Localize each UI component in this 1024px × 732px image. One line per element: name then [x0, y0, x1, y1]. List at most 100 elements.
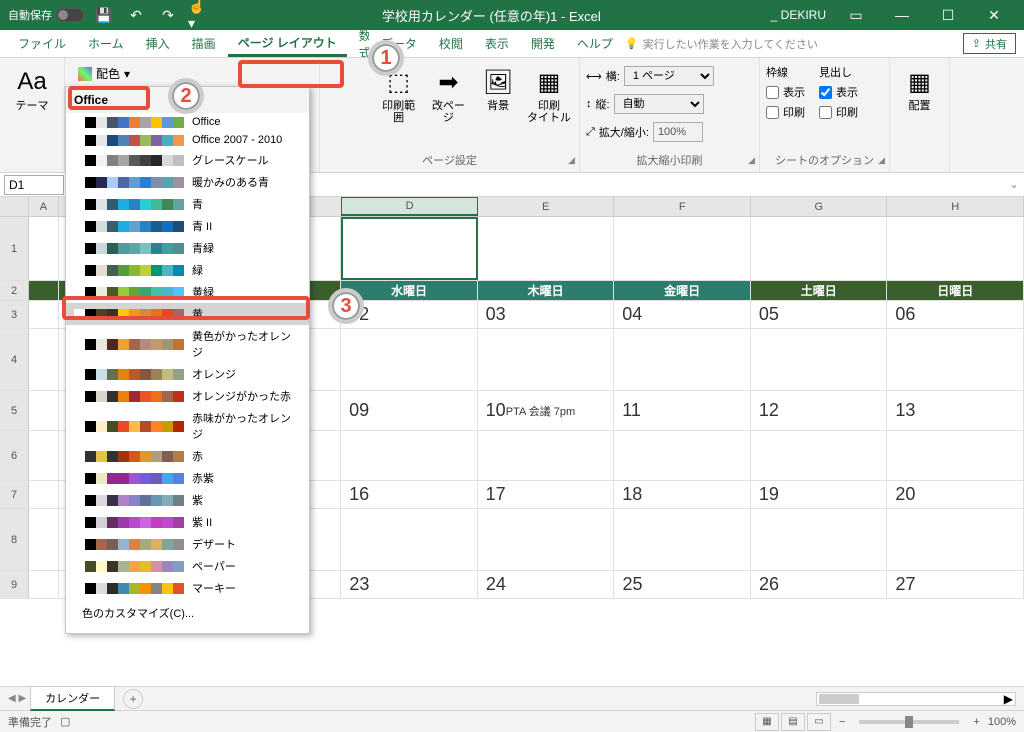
cell[interactable]	[29, 329, 58, 390]
cell[interactable]: 09	[341, 391, 478, 430]
cell[interactable]: 25	[614, 571, 751, 598]
add-sheet-button[interactable]: +	[123, 689, 143, 709]
cell[interactable]: 03	[478, 301, 615, 328]
color-theme-6[interactable]: 青緑	[66, 237, 309, 259]
cell[interactable]: 木曜日	[478, 281, 615, 300]
tab-view[interactable]: 表示	[475, 30, 519, 57]
cell[interactable]: 18	[614, 481, 751, 508]
color-theme-8[interactable]: 黄緑	[66, 281, 309, 303]
headings-print-check[interactable]	[819, 106, 832, 119]
cell[interactable]	[341, 329, 478, 390]
cell[interactable]	[614, 509, 751, 570]
cell[interactable]: 26	[751, 571, 888, 598]
gridlines-print-check[interactable]	[766, 106, 779, 119]
zoom-in-icon[interactable]: +	[973, 716, 979, 728]
col-a[interactable]: A	[29, 197, 58, 216]
cell[interactable]: 27	[887, 571, 1024, 598]
color-theme-15[interactable]: 赤紫	[66, 467, 309, 489]
cell[interactable]	[29, 509, 58, 570]
color-theme-12[interactable]: オレンジがかった赤	[66, 385, 309, 407]
colors-button[interactable]: 配色 ▾	[71, 62, 137, 85]
cell[interactable]	[29, 281, 58, 300]
col-g[interactable]: G	[751, 197, 888, 216]
minimize-icon[interactable]: —	[880, 1, 924, 29]
color-theme-0[interactable]: Office	[66, 113, 309, 131]
background-button[interactable]: 🖼背景	[475, 62, 521, 116]
color-theme-3[interactable]: 暖かみのある青	[66, 171, 309, 193]
cell[interactable]	[29, 301, 58, 328]
cell[interactable]	[29, 217, 58, 280]
cell[interactable]	[478, 217, 615, 280]
cell[interactable]	[614, 217, 751, 280]
col-f[interactable]: F	[614, 197, 751, 216]
color-theme-2[interactable]: グレースケール	[66, 149, 309, 171]
cell[interactable]: 19	[751, 481, 888, 508]
cell[interactable]	[887, 329, 1024, 390]
tab-file[interactable]: ファイル	[8, 30, 76, 57]
cell[interactable]	[887, 509, 1024, 570]
cell[interactable]	[887, 217, 1024, 280]
zoom-out-icon[interactable]: −	[839, 716, 845, 728]
cell[interactable]: 20	[887, 481, 1024, 508]
cell[interactable]	[341, 217, 478, 280]
cell[interactable]: 06	[887, 301, 1024, 328]
save-icon[interactable]: 💾	[92, 3, 116, 27]
autosave-toggle[interactable]	[56, 8, 84, 22]
color-theme-9[interactable]: 黄	[66, 303, 309, 325]
color-theme-5[interactable]: 青 II	[66, 215, 309, 237]
cell[interactable]	[751, 431, 888, 480]
sheet-nav[interactable]: ◀ ▶	[8, 693, 26, 704]
tell-me-search[interactable]: 💡 実行したい作業を入力してください	[625, 30, 818, 57]
width-select[interactable]: 1 ページ	[624, 66, 714, 86]
zoom-level[interactable]: 100%	[988, 716, 1016, 728]
row-header[interactable]: 3	[0, 301, 29, 328]
cell[interactable]: 12	[751, 391, 888, 430]
col-e[interactable]: E	[478, 197, 615, 216]
tab-review[interactable]: 校閲	[429, 30, 473, 57]
color-theme-10[interactable]: 黄色がかったオレンジ	[66, 325, 309, 363]
cell[interactable]	[478, 431, 615, 480]
tab-home[interactable]: ホーム	[78, 30, 134, 57]
arrange-button[interactable]: ▦配置	[896, 62, 943, 116]
cell[interactable]: 金曜日	[614, 281, 751, 300]
cell[interactable]	[341, 431, 478, 480]
themes-button[interactable]: Aa テーマ	[8, 62, 56, 116]
tab-draw[interactable]: 描画	[182, 30, 226, 57]
cell[interactable]: 04	[614, 301, 751, 328]
sheet-tab-calendar[interactable]: カレンダー	[30, 686, 115, 711]
cell[interactable]: 13	[887, 391, 1024, 430]
print-titles-button[interactable]: ▦印刷 タイトル	[525, 62, 573, 128]
cell[interactable]	[29, 391, 58, 430]
cell[interactable]: 23	[341, 571, 478, 598]
expand-icon[interactable]: ◢	[878, 155, 885, 166]
cell[interactable]: 24	[478, 571, 615, 598]
cell[interactable]	[341, 509, 478, 570]
col-h[interactable]: H	[887, 197, 1024, 216]
zoom-slider[interactable]	[859, 720, 959, 724]
color-theme-4[interactable]: 青	[66, 193, 309, 215]
touch-mode-icon[interactable]: ☝▾	[188, 3, 212, 27]
tab-dev[interactable]: 開発	[521, 30, 565, 57]
color-theme-16[interactable]: 紫	[66, 489, 309, 511]
color-theme-17[interactable]: 紫 II	[66, 511, 309, 533]
macro-record-icon[interactable]: ▢	[60, 715, 70, 728]
cell[interactable]	[29, 481, 58, 508]
customize-colors[interactable]: 色のカスタマイズ(C)...	[66, 599, 309, 627]
cell[interactable]	[614, 431, 751, 480]
cell[interactable]	[478, 509, 615, 570]
row-header[interactable]: 8	[0, 509, 29, 570]
color-theme-7[interactable]: 緑	[66, 259, 309, 281]
row-header[interactable]: 4	[0, 329, 29, 390]
gridlines-view-check[interactable]	[766, 86, 779, 99]
color-theme-20[interactable]: マーキー	[66, 577, 309, 599]
select-all-corner[interactable]	[0, 197, 29, 216]
cell[interactable]	[887, 431, 1024, 480]
cell[interactable]	[29, 431, 58, 480]
row-header[interactable]: 9	[0, 571, 29, 598]
cell[interactable]: 17	[478, 481, 615, 508]
tab-help[interactable]: ヘルプ	[567, 30, 623, 57]
tab-page-layout[interactable]: ページ レイアウト	[228, 30, 347, 57]
color-theme-18[interactable]: デザート	[66, 533, 309, 555]
row-header[interactable]: 1	[0, 217, 29, 280]
height-select[interactable]: 自動	[614, 94, 704, 114]
